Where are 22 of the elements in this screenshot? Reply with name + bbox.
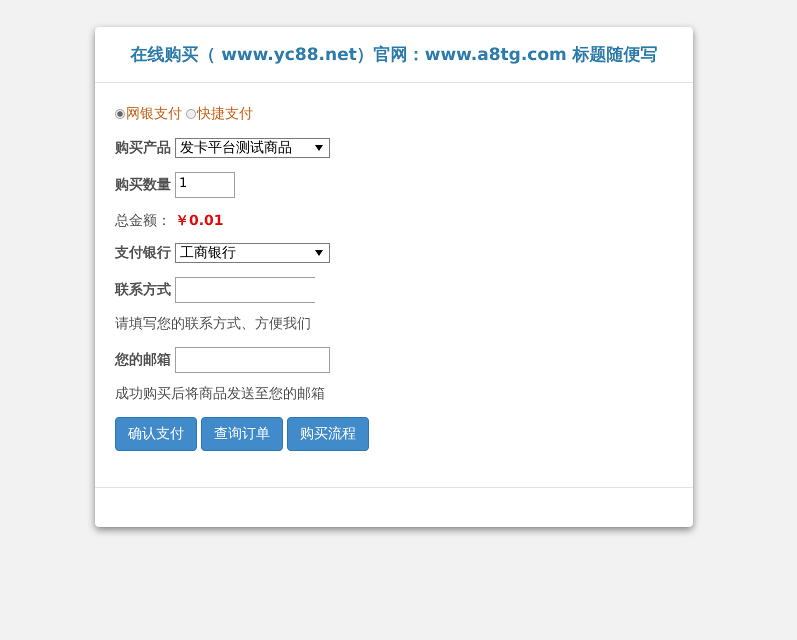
dropdown-icon bbox=[315, 145, 323, 151]
dropdown-icon bbox=[315, 250, 323, 256]
hint-text: 成功购买后将商品发送至您的邮箱 bbox=[115, 385, 326, 403]
field-label: 您的邮箱 bbox=[115, 351, 171, 369]
action-button[interactable]: 确认支付 bbox=[115, 417, 197, 451]
total-amount: ￥0.01 bbox=[175, 212, 224, 230]
panel-title: 在线购买（ www.yc88.net）官网：www.a8tg.com 标题随便写 bbox=[130, 44, 658, 66]
field-label: 支付银行 bbox=[115, 244, 171, 262]
hint-text: 请填写您的联系方式、方便我们 bbox=[115, 315, 312, 333]
select-field[interactable]: 工商银行 bbox=[175, 243, 330, 263]
select-field[interactable]: 发卡平台测试商品 bbox=[175, 138, 330, 158]
input-field[interactable] bbox=[175, 277, 315, 303]
field-label: 购买产品 bbox=[115, 139, 171, 157]
input-field[interactable]: 1 bbox=[175, 172, 235, 198]
total-label: 总金额： bbox=[115, 212, 171, 230]
field-label: 购买数量 bbox=[115, 176, 171, 194]
payment-radio[interactable]: 快捷支付 bbox=[186, 105, 253, 123]
field-label: 联系方式 bbox=[115, 281, 171, 299]
input-field[interactable] bbox=[175, 347, 330, 373]
action-button[interactable]: 购买流程 bbox=[287, 417, 369, 451]
payment-radio[interactable]: 网银支付 bbox=[115, 105, 182, 123]
action-button[interactable]: 查询订单 bbox=[201, 417, 283, 451]
